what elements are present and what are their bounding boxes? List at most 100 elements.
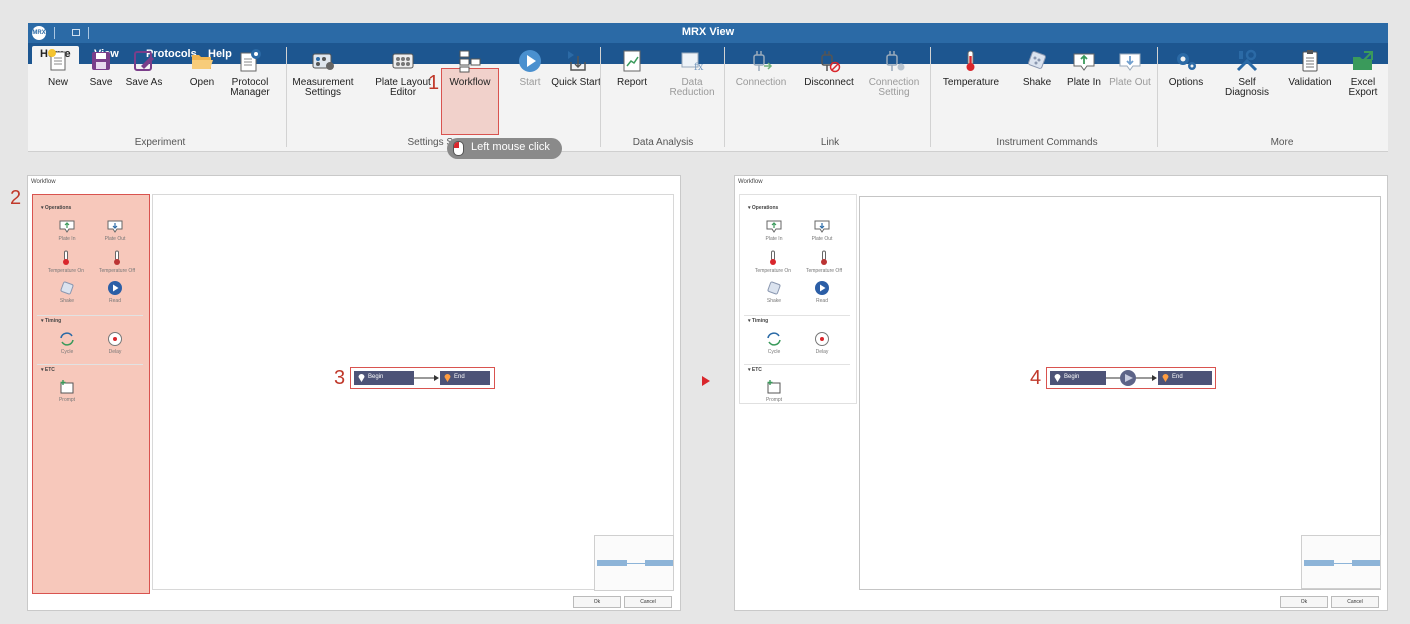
tools-icon — [1236, 49, 1258, 72]
measurement-settings-button[interactable]: Measurement Settings — [284, 48, 362, 98]
protocol-manager-button[interactable]: Protocol Manager — [220, 48, 280, 98]
save-icon — [92, 52, 110, 70]
thermometer-icon — [770, 250, 776, 265]
group-label-more: More — [1270, 137, 1294, 148]
palette-temperature-off[interactable]: Temperature Off — [93, 250, 141, 274]
prompt-icon — [767, 380, 781, 394]
title-bar: MRX MRX View — [28, 23, 1388, 43]
workflow-canvas[interactable] — [859, 196, 1381, 590]
palette-plate-in[interactable]: Plate In — [754, 220, 794, 242]
plate-in-button[interactable]: Plate In — [1062, 48, 1106, 88]
palette-delay[interactable]: Delay — [95, 331, 135, 355]
validation-button[interactable]: Validation — [1280, 48, 1340, 88]
self-diagnosis-button[interactable]: Self Diagnosis — [1218, 48, 1276, 98]
palette-temperature-on[interactable]: Temperature On — [750, 250, 796, 274]
palette-plate-out[interactable]: Plate Out — [802, 220, 842, 242]
shake-icon — [60, 281, 74, 295]
palette-plate-in[interactable]: Plate In — [47, 220, 87, 242]
window-title: MRX View — [681, 26, 735, 38]
step-number-4: 4 — [1030, 367, 1042, 389]
read-icon — [108, 281, 122, 295]
play-icon — [519, 50, 541, 72]
clock-icon — [108, 332, 122, 346]
plate-layout-editor-button[interactable]: Plate Layout Editor — [370, 48, 436, 98]
data-reduction-icon: fx — [681, 52, 704, 73]
category-etc[interactable]: ▾ ETC — [748, 367, 858, 373]
begin-node[interactable]: Begin — [1050, 371, 1106, 385]
group-label-data-analysis: Data Analysis — [632, 137, 694, 148]
workflow-dialog-before: Workflow ▾ Operations Plate In Plate Out… — [27, 175, 681, 611]
canvas-minimap[interactable] — [594, 535, 674, 591]
palette-shake[interactable]: Shake — [754, 280, 794, 304]
temperature-button[interactable]: Temperature — [936, 48, 1006, 88]
palette-cycle[interactable]: Cycle — [47, 331, 87, 355]
plug-settings-icon — [886, 51, 905, 71]
location-pin-icon — [444, 374, 451, 382]
thermometer-icon — [63, 250, 69, 265]
disconnect-button[interactable]: Disconnect — [798, 48, 860, 88]
step-number-3: 3 — [334, 367, 346, 389]
next-step-arrow-icon — [702, 376, 710, 386]
ok-button[interactable]: Ok — [573, 596, 621, 608]
palette-temperature-off[interactable]: Temperature Off — [800, 250, 848, 274]
palette-read[interactable]: Read — [95, 280, 135, 304]
end-node[interactable]: End — [440, 371, 490, 385]
palette-read[interactable]: Read — [802, 280, 842, 304]
cancel-button[interactable]: Cancel — [1331, 596, 1379, 608]
workflow-dialog-after: Workflow ▾ Operations Plate In Plate Out… — [734, 175, 1388, 611]
excel-export-button[interactable]: Excel Export — [1338, 48, 1388, 98]
palette-shake[interactable]: Shake — [47, 280, 87, 304]
quick-start-icon — [568, 51, 586, 71]
plate-out-button[interactable]: Plate Out — [1108, 48, 1152, 88]
plug-connect-icon — [753, 51, 773, 71]
report-icon — [623, 50, 641, 72]
category-operations[interactable]: ▾ Operations — [41, 205, 151, 211]
quick-start-button[interactable]: Quick Start — [548, 48, 604, 88]
save-as-button[interactable]: Save As — [117, 48, 171, 88]
options-button[interactable]: Options — [1162, 48, 1210, 88]
mouse-click-icon — [453, 141, 464, 156]
ok-button[interactable]: Ok — [1280, 596, 1328, 608]
location-pin-icon — [1054, 374, 1061, 382]
canvas-minimap[interactable] — [1301, 535, 1381, 589]
shake-icon — [767, 281, 781, 295]
cancel-button[interactable]: Cancel — [624, 596, 672, 608]
palette-plate-out[interactable]: Plate Out — [95, 220, 135, 242]
begin-node[interactable]: Begin — [354, 371, 414, 385]
palette-prompt[interactable]: Prompt — [754, 379, 794, 403]
category-timing[interactable]: ▾ Timing — [41, 318, 151, 324]
location-pin-icon — [1162, 374, 1169, 382]
protocol-manager-icon — [240, 49, 261, 72]
category-etc[interactable]: ▾ ETC — [41, 367, 151, 373]
connection-button[interactable]: Connection — [732, 48, 790, 88]
folder-open-icon — [192, 55, 213, 69]
connection-setting-button[interactable]: Connection Setting — [864, 48, 924, 98]
shake-button[interactable]: Shake — [1012, 48, 1062, 88]
plug-disconnect-icon — [821, 51, 841, 73]
measurement-settings-icon — [312, 53, 334, 70]
palette-prompt[interactable]: Prompt — [47, 379, 87, 403]
plate-in-icon — [1073, 53, 1095, 71]
workflow-icon — [459, 50, 481, 73]
end-node[interactable]: End — [1158, 371, 1212, 385]
workflow-button[interactable]: Workflow — [442, 48, 498, 88]
data-reduction-button[interactable]: fx Data Reduction — [662, 48, 722, 98]
dialog-title: Workflow — [738, 179, 763, 185]
plate-in-icon — [59, 220, 75, 233]
category-timing[interactable]: ▾ Timing — [748, 318, 858, 324]
plate-out-icon — [107, 220, 123, 233]
plate-layout-icon — [392, 53, 414, 69]
report-button[interactable]: Report — [604, 48, 660, 88]
palette-cycle[interactable]: Cycle — [754, 331, 794, 355]
excel-export-icon — [1353, 51, 1373, 70]
step-number-2: 2 — [10, 187, 22, 209]
category-operations[interactable]: ▾ Operations — [748, 205, 858, 211]
operations-palette: ▾ Operations Plate In Plate Out Temperat… — [739, 194, 857, 404]
prompt-icon — [60, 380, 74, 394]
shake-icon — [1028, 51, 1046, 69]
palette-delay[interactable]: Delay — [802, 331, 842, 355]
plate-in-icon — [766, 220, 782, 233]
palette-temperature-on[interactable]: Temperature On — [43, 250, 89, 274]
group-label-instrument-commands: Instrument Commands — [996, 137, 1098, 148]
workflow-canvas[interactable] — [152, 194, 674, 591]
